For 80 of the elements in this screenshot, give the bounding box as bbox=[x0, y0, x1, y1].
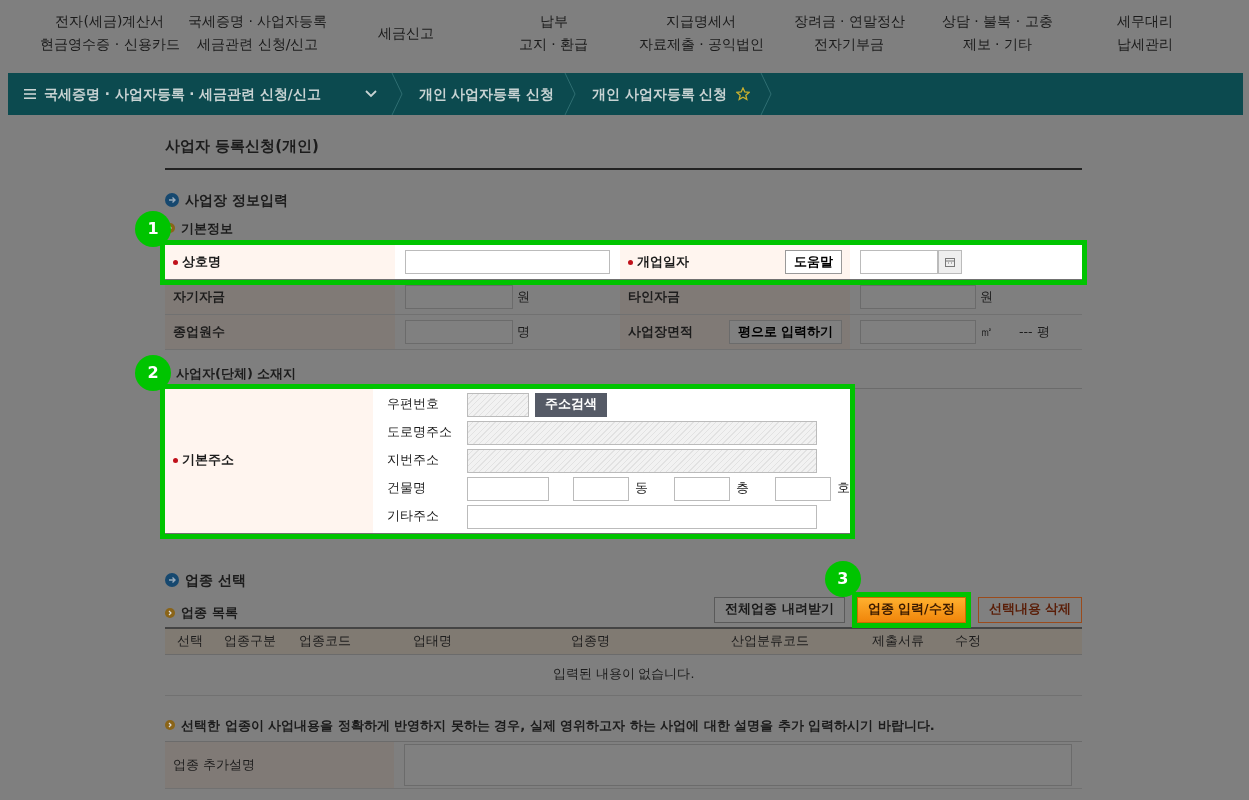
area-reading: --- 평 bbox=[1019, 322, 1050, 341]
input-field[interactable] bbox=[467, 504, 817, 529]
action-button[interactable]: 전체업종 내려받기 bbox=[714, 596, 845, 623]
field-label: 상호명 bbox=[182, 252, 221, 271]
menu-item[interactable]: 국세증명 · 사업자등록 세금관련 신청/신고 bbox=[183, 10, 332, 56]
column-header: 제출서류 bbox=[871, 632, 925, 651]
step-badge: 2 bbox=[135, 354, 171, 391]
menu-item[interactable]: 세무대리 납세관리 bbox=[1071, 10, 1219, 56]
unit-label: 동 bbox=[635, 479, 648, 498]
input-field[interactable] bbox=[860, 250, 938, 274]
arrow-circle-icon bbox=[165, 193, 179, 207]
step-badge: 3 bbox=[824, 560, 861, 597]
breadcrumb-item[interactable]: 개인 사업자등록 신청 bbox=[576, 73, 760, 115]
column-header: 업종명 bbox=[569, 632, 611, 651]
field-label: 타인자금 bbox=[628, 287, 680, 306]
empty-message: 입력된 내용이 없습니다. bbox=[552, 665, 695, 684]
field-label: 건물명 bbox=[387, 479, 427, 498]
field-label: 기타주소 bbox=[387, 507, 440, 526]
input-field[interactable] bbox=[467, 476, 549, 501]
unit-label: ㎡ bbox=[980, 322, 993, 341]
calendar-button[interactable] bbox=[938, 250, 962, 274]
breadcrumb-separator-icon bbox=[564, 73, 577, 115]
bullet-icon bbox=[165, 607, 175, 618]
menu-icon bbox=[24, 89, 36, 99]
step-badge: 1 bbox=[135, 211, 171, 247]
field-label: 업종 추가설명 bbox=[173, 755, 255, 774]
search-address-button[interactable]: 주소검색 bbox=[535, 392, 607, 417]
unit-label: 호 bbox=[837, 479, 850, 498]
section-title: 기본정보 bbox=[181, 219, 233, 238]
column-header: 업종코드 bbox=[298, 632, 352, 651]
field-label: 사업장면적 bbox=[628, 322, 693, 341]
input-field[interactable] bbox=[467, 420, 817, 445]
input-field[interactable] bbox=[860, 285, 976, 309]
menu-item[interactable]: 상담 · 불복 · 고충 제보 · 기타 bbox=[923, 10, 1072, 56]
field-label: 개업일자 bbox=[637, 252, 689, 271]
unit-label: 원 bbox=[980, 287, 993, 306]
field-label: 종업원수 bbox=[173, 322, 225, 341]
menu-item[interactable]: 지급명세서 자료제출 · 공익법인 bbox=[627, 10, 776, 56]
field-label: 지번주소 bbox=[387, 451, 440, 470]
calendar-icon bbox=[945, 257, 955, 267]
breadcrumb-separator-icon bbox=[759, 73, 772, 115]
breadcrumb-item[interactable]: 개인 사업자등록 신청 bbox=[402, 73, 565, 115]
arrow-circle-icon bbox=[165, 573, 179, 587]
field-label: 우편번호 bbox=[387, 395, 440, 414]
section-title: 사업자(단체) 소재지 bbox=[176, 365, 297, 383]
chevron-down-icon bbox=[364, 90, 377, 98]
input-field[interactable] bbox=[467, 392, 529, 417]
column-header: 산업분류코드 bbox=[730, 632, 810, 651]
input-field[interactable] bbox=[775, 476, 831, 501]
menu-item[interactable]: 세금신고 bbox=[331, 21, 480, 45]
input-field[interactable] bbox=[573, 476, 629, 501]
menu-item[interactable]: 전자(세금)계산서 현금영수증 · 신용카드 bbox=[36, 10, 184, 56]
bullet-icon bbox=[165, 720, 175, 731]
section-title: 업종 선택 bbox=[185, 570, 246, 590]
breadcrumb-item[interactable]: 국세증명 · 사업자등록 · 세금관련 신청/신고 bbox=[8, 73, 391, 115]
input-field[interactable] bbox=[674, 476, 730, 501]
section-title: 선택한 업종이 사업내용을 정확하게 반영하지 못하는 경우, 실제 영위하고자 하는 사업에 대한 설명을 추가 입력하시기 바랍니다. bbox=[181, 716, 935, 735]
help-button[interactable]: 평으로 입력하기 bbox=[728, 320, 842, 344]
menu-item[interactable]: 장려금 · 연말정산 전자기부금 bbox=[775, 10, 924, 56]
unit-label: 명 bbox=[517, 322, 530, 341]
unit-label: 원 bbox=[517, 287, 530, 306]
input-field[interactable] bbox=[405, 285, 513, 309]
column-header: 업태명 bbox=[412, 632, 453, 651]
help-button[interactable]: 도움말 bbox=[785, 250, 842, 274]
input-field[interactable] bbox=[405, 250, 610, 274]
field-label: 도로명주소 bbox=[387, 423, 453, 442]
section-title: 사업장 정보입력 bbox=[185, 190, 288, 210]
page-title: 사업자 등록신청(개인) bbox=[165, 115, 1082, 170]
menu-item[interactable]: 납부 고지 · 환급 bbox=[479, 10, 628, 56]
breadcrumb-separator-icon bbox=[390, 73, 403, 115]
input-field[interactable] bbox=[467, 448, 817, 473]
unit-label: 층 bbox=[736, 479, 749, 498]
field-label: 자기자금 bbox=[173, 287, 225, 306]
star-icon bbox=[735, 87, 750, 101]
action-button[interactable]: 선택내용 삭제 bbox=[977, 596, 1082, 623]
field-label: 기본주소 bbox=[182, 451, 234, 470]
column-header: 수정 bbox=[954, 632, 982, 651]
column-header: 업종구분 bbox=[223, 632, 277, 651]
column-header: 선택 bbox=[176, 632, 204, 651]
section-title: 업종 목록 bbox=[181, 604, 238, 622]
